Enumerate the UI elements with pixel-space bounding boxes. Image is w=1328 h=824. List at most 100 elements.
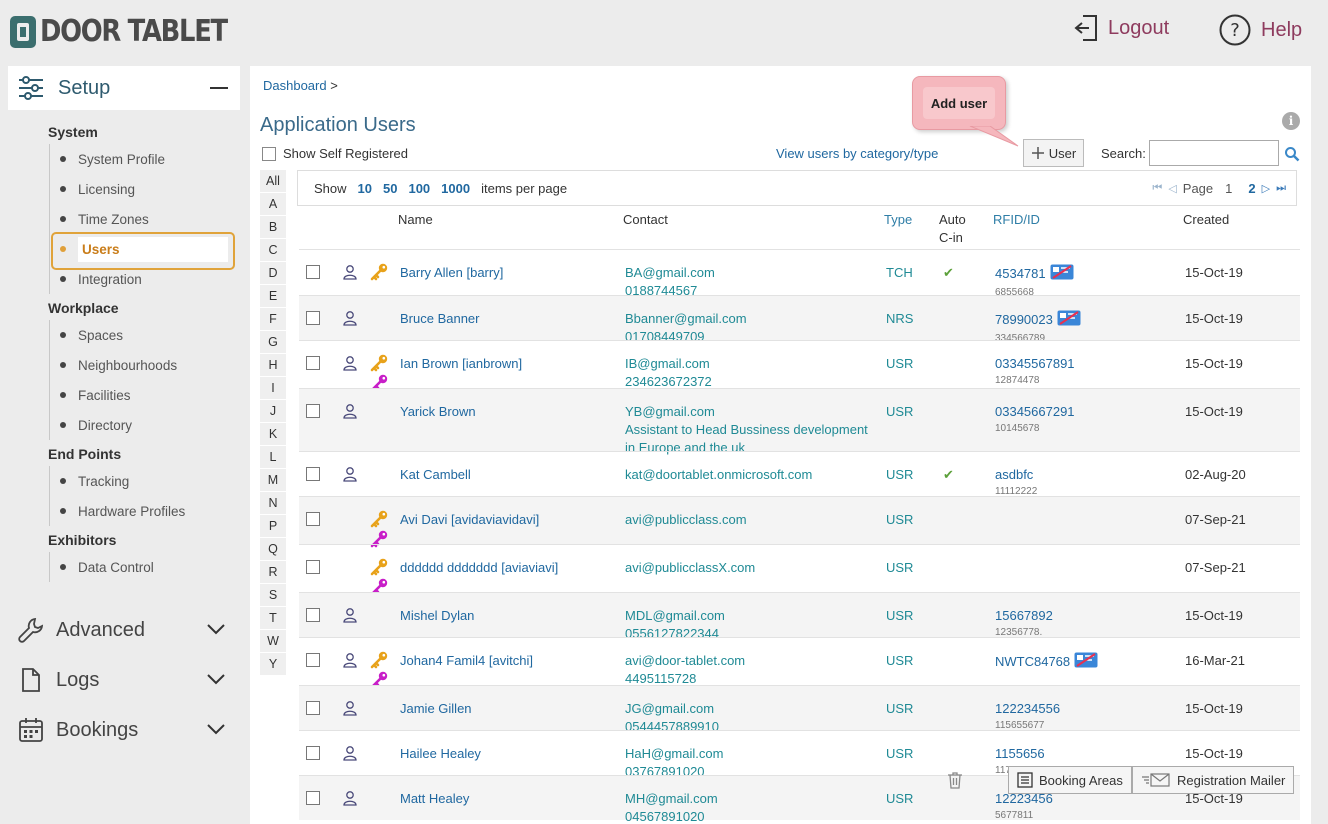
header-rfid[interactable]: RFID/ID <box>993 212 1040 227</box>
rfid-value[interactable]: 03345667291 <box>995 404 1075 419</box>
rfid-value[interactable]: asdbfc <box>995 467 1033 482</box>
first-page-icon[interactable]: ⏮ <box>1152 182 1162 195</box>
header-name[interactable]: Name <box>398 212 433 227</box>
contact-line[interactable]: YB@gmail.com <box>625 403 885 421</box>
sidebar-item-facilities[interactable]: Facilities <box>50 380 240 410</box>
page-size-1000[interactable]: 1000 <box>441 181 470 196</box>
alpha-filter-d[interactable]: D <box>260 262 286 285</box>
key-gold-icon[interactable] <box>369 262 389 287</box>
alpha-filter-s[interactable]: S <box>260 584 286 607</box>
contact-line[interactable]: Bbanner@gmail.com <box>625 310 885 328</box>
show-self-registered[interactable]: Show Self Registered <box>262 146 408 161</box>
card-icon[interactable] <box>1057 310 1081 331</box>
registration-mailer-button[interactable]: Registration Mailer <box>1132 766 1295 794</box>
user-icon[interactable] <box>342 652 358 673</box>
alpha-filter-p[interactable]: P <box>260 515 286 538</box>
sidebar-item-tracking[interactable]: Tracking <box>50 466 240 496</box>
sidebar-item-directory[interactable]: Directory <box>50 410 240 440</box>
sidebar-item-users[interactable]: Users <box>50 232 240 270</box>
sidebar-item-spaces[interactable]: Spaces <box>50 320 240 350</box>
rfid-value[interactable]: 78990023 <box>995 312 1053 327</box>
last-page-icon[interactable]: ⏭ <box>1276 182 1286 195</box>
contact-line[interactable]: JG@gmail.com <box>625 700 885 718</box>
setup-section-header[interactable]: Setup <box>8 66 240 110</box>
search-input[interactable] <box>1149 140 1279 166</box>
contact-line[interactable]: MH@gmail.com <box>625 790 885 808</box>
row-checkbox[interactable] <box>306 608 320 622</box>
header-created[interactable]: Created <box>1183 212 1229 227</box>
row-checkbox[interactable] <box>306 701 320 715</box>
alpha-filter-t[interactable]: T <box>260 607 286 630</box>
page-size-10[interactable]: 10 <box>358 181 372 196</box>
user-name-link[interactable]: Mishel Dylan <box>400 607 610 625</box>
alpha-filter-g[interactable]: G <box>260 331 286 354</box>
alpha-filter-k[interactable]: K <box>260 423 286 446</box>
alpha-filter-m[interactable]: M <box>260 469 286 492</box>
page-2[interactable]: 2 <box>1248 181 1255 196</box>
collapse-icon[interactable] <box>210 87 228 89</box>
sidebar-item-integration[interactable]: Integration <box>50 264 240 294</box>
user-icon[interactable] <box>342 355 358 376</box>
row-checkbox[interactable] <box>306 265 320 279</box>
header-type[interactable]: Type <box>884 212 912 227</box>
user-name-link[interactable]: Matt Healey <box>400 790 610 808</box>
rfid-value[interactable]: 15667892 <box>995 608 1053 623</box>
row-checkbox[interactable] <box>306 467 320 481</box>
user-name-link[interactable]: Hailee Healey <box>400 745 610 763</box>
alpha-filter-b[interactable]: B <box>260 216 286 239</box>
trash-icon[interactable] <box>947 771 963 789</box>
row-checkbox[interactable] <box>306 560 320 574</box>
alpha-filter-f[interactable]: F <box>260 308 286 331</box>
page-size-100[interactable]: 100 <box>408 181 430 196</box>
row-checkbox[interactable] <box>306 311 320 325</box>
user-icon[interactable] <box>342 466 358 487</box>
card-icon[interactable] <box>1074 652 1098 673</box>
alpha-filter-all[interactable]: All <box>260 170 286 193</box>
user-name-link[interactable]: Ian Brown [ianbrown] <box>400 355 610 373</box>
next-page-icon[interactable]: ▷ <box>1262 182 1270 195</box>
sidebar-item-hardware-profiles[interactable]: Hardware Profiles <box>50 496 240 526</box>
user-name-link[interactable]: Yarick Brown <box>400 403 610 421</box>
user-icon[interactable] <box>342 700 358 721</box>
sidebar-item-time-zones[interactable]: Time Zones <box>50 204 240 234</box>
alpha-filter-w[interactable]: W <box>260 630 286 653</box>
contact-line[interactable]: IB@gmail.com <box>625 355 885 373</box>
sidebar-item-system-profile[interactable]: System Profile <box>50 144 240 174</box>
view-by-category-link[interactable]: View users by category/type <box>776 146 938 161</box>
user-icon[interactable] <box>342 745 358 766</box>
advanced-section[interactable]: Advanced <box>8 608 240 652</box>
alpha-filter-q[interactable]: Q <box>260 538 286 561</box>
user-icon[interactable] <box>342 310 358 331</box>
alpha-filter-l[interactable]: L <box>260 446 286 469</box>
contact-line[interactable]: kat@doortablet.onmicrosoft.com <box>625 466 885 484</box>
alpha-filter-i[interactable]: I <box>260 377 286 400</box>
prev-page-icon[interactable]: ◁ <box>1168 182 1176 195</box>
user-name-link[interactable]: Johan4 Famil4 [avitchi] <box>400 652 610 670</box>
row-checkbox[interactable] <box>306 791 320 805</box>
sidebar-item-data-control[interactable]: Data Control <box>50 552 240 582</box>
breadcrumb-dashboard[interactable]: Dashboard <box>263 78 327 93</box>
rfid-value[interactable]: 03345567891 <box>995 356 1075 371</box>
logout-button[interactable]: Logout <box>1073 13 1169 43</box>
alpha-filter-j[interactable]: J <box>260 400 286 423</box>
user-name-link[interactable]: dddddd ddddddd [aviaviavi] <box>400 559 610 577</box>
user-icon[interactable] <box>342 790 358 811</box>
page-size-50[interactable]: 50 <box>383 181 397 196</box>
row-checkbox[interactable] <box>306 512 320 526</box>
booking-areas-button[interactable]: Booking Areas <box>1008 766 1132 794</box>
alpha-filter-c[interactable]: C <box>260 239 286 262</box>
row-checkbox[interactable] <box>306 356 320 370</box>
alpha-filter-n[interactable]: N <box>260 492 286 515</box>
user-icon[interactable] <box>342 264 358 285</box>
sidebar-item-neighbourhoods[interactable]: Neighbourhoods <box>50 350 240 380</box>
search-icon[interactable] <box>1284 146 1300 162</box>
row-checkbox[interactable] <box>306 404 320 418</box>
bookings-section[interactable]: Bookings <box>8 708 240 752</box>
header-contact[interactable]: Contact <box>623 212 668 227</box>
help-button[interactable]: ? Help <box>1218 13 1302 47</box>
row-checkbox[interactable] <box>306 653 320 667</box>
rfid-value[interactable]: 4534781 <box>995 266 1046 281</box>
alpha-filter-e[interactable]: E <box>260 285 286 308</box>
contact-line[interactable]: avi@publicclassX.com <box>625 559 885 577</box>
info-icon[interactable]: i <box>1282 112 1300 130</box>
